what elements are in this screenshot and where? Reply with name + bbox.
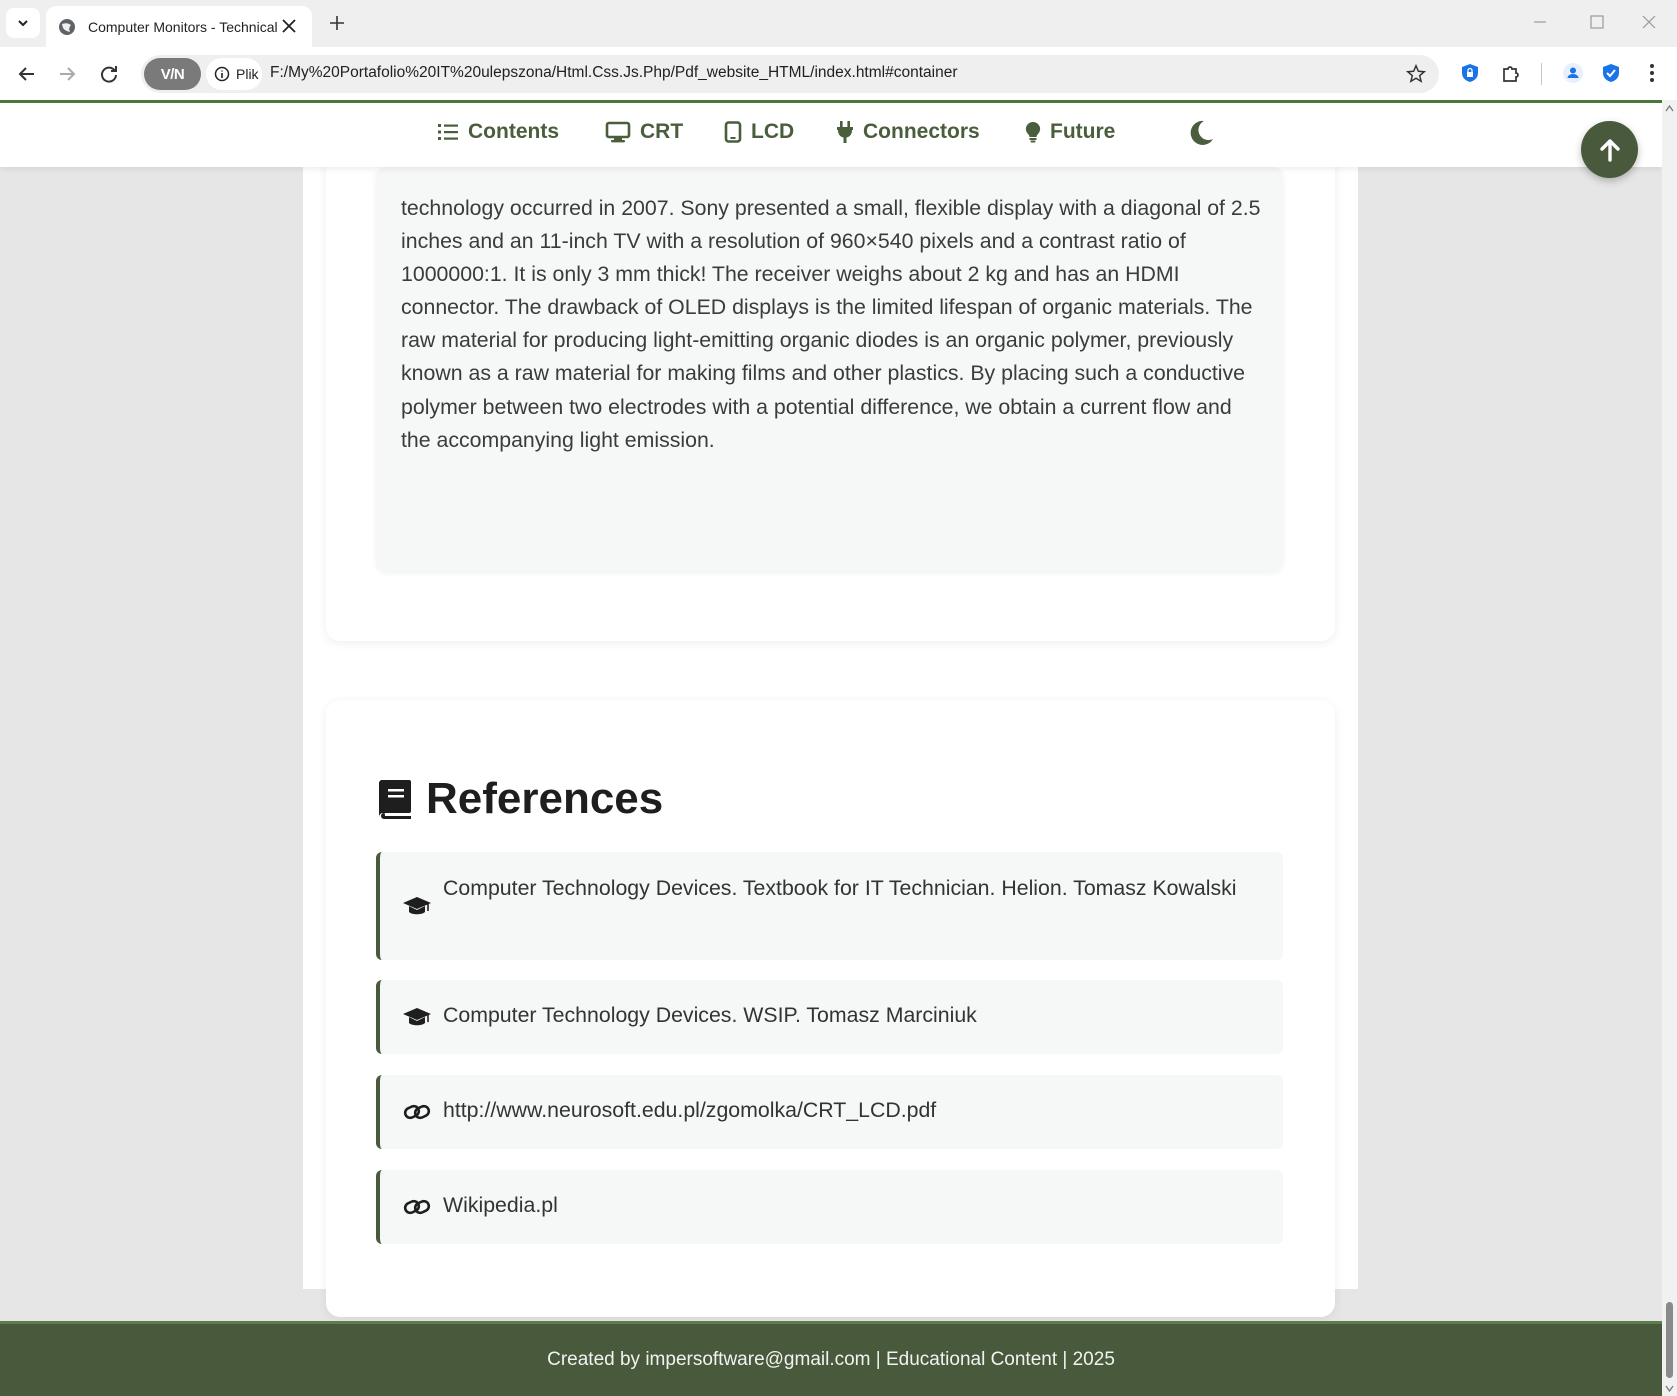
article-text-box: technology occurred in 2007. Sony presen…: [376, 167, 1283, 571]
article-paragraph: technology occurred in 2007. Sony presen…: [401, 196, 1261, 452]
site-footer: Created by impersoftware@gmail.com | Edu…: [0, 1321, 1662, 1396]
site-navigation: Contents CRT LCD Connectors Future: [0, 103, 1662, 167]
profile-button[interactable]: [1559, 59, 1587, 87]
chevron-down-icon: [18, 20, 28, 27]
kebab-menu-icon: [1650, 64, 1654, 82]
references-title: References: [426, 774, 664, 823]
reference-item[interactable]: http://www.neurosoft.edu.pl/zgomolka/CRT…: [376, 1075, 1283, 1149]
toolbar-separator: [1541, 63, 1542, 85]
globe-icon: [59, 18, 75, 35]
scroll-down-arrow-icon[interactable]: [1665, 1384, 1674, 1393]
info-icon: [214, 66, 230, 82]
password-extension-button[interactable]: [1456, 59, 1484, 87]
reference-item[interactable]: Wikipedia.pl: [376, 1170, 1283, 1244]
footer-text: Created by impersoftware@gmail.com | Edu…: [547, 1349, 1115, 1370]
link-icon: [402, 1195, 432, 1219]
forward-button[interactable]: [52, 59, 82, 89]
back-to-top-button[interactable]: [1581, 121, 1638, 178]
nav-label: Future: [1050, 120, 1116, 143]
article-section-card: technology occurred in 2007. Sony presen…: [326, 147, 1335, 641]
scroll-up-arrow-icon[interactable]: [1665, 104, 1674, 113]
reference-text: Computer Technology Devices. WSIP. Tomas…: [443, 1003, 977, 1027]
page-viewport: technology occurred in 2007. Sony presen…: [0, 100, 1662, 1396]
reference-link[interactable]: Wikipedia.pl: [443, 1189, 1263, 1222]
desktop-icon: [605, 121, 631, 143]
plug-icon: [837, 121, 853, 143]
list-icon: [438, 124, 458, 140]
url-text[interactable]: F:/My%20Portafolio%20IT%20ulepszona/Html…: [270, 64, 957, 82]
browser-tab[interactable]: Computer Monitors - Technical Ov: [46, 6, 312, 47]
nav-item-connectors[interactable]: Connectors: [836, 120, 980, 144]
reference-item: Computer Technology Devices. Textbook fo…: [376, 852, 1283, 960]
back-button[interactable]: [12, 59, 42, 89]
theme-toggle-button[interactable]: [1186, 118, 1216, 148]
arrow-left-icon: [18, 67, 34, 81]
site-info-label: Plik: [236, 66, 259, 82]
arrow-up-icon: [1599, 138, 1620, 162]
graduation-cap-icon: [402, 894, 432, 918]
browser-toolbar: V/N Plik F:/My%20Portafolio%20IT%20uleps…: [0, 47, 1677, 100]
maximize-icon[interactable]: [1585, 10, 1609, 34]
security-extension-button[interactable]: [1597, 59, 1625, 87]
address-bar[interactable]: V/N Plik F:/My%20Portafolio%20IT%20uleps…: [141, 55, 1439, 93]
tab-search-button[interactable]: [6, 8, 40, 38]
lightbulb-icon: [1025, 121, 1041, 143]
references-heading: References: [376, 774, 663, 824]
shield-lock-icon: [1462, 64, 1478, 82]
reference-text: Computer Technology Devices. Textbook fo…: [443, 876, 1237, 900]
profile-icon: [1563, 63, 1583, 83]
new-tab-icon[interactable]: [326, 12, 348, 34]
content-container: technology occurred in 2007. Sony presen…: [303, 147, 1358, 1317]
tab-strip: Computer Monitors - Technical Ov: [0, 0, 1677, 47]
scrollbar-thumb[interactable]: [1666, 1302, 1673, 1378]
nav-label: Contents: [468, 120, 559, 143]
reload-icon: [101, 66, 117, 83]
graduation-cap-icon: [402, 1005, 432, 1029]
page-scrollbar[interactable]: [1662, 100, 1677, 1396]
site-info-button[interactable]: Plik: [206, 58, 262, 90]
link-icon: [402, 1100, 432, 1124]
close-window-icon[interactable]: [1637, 10, 1661, 34]
nav-label: CRT: [640, 120, 684, 143]
nav-label: LCD: [751, 120, 795, 143]
arrow-right-icon: [60, 67, 76, 81]
nav-item-contents[interactable]: Contents: [437, 120, 559, 144]
nav-label: Connectors: [863, 120, 980, 143]
tablet-icon: [724, 121, 742, 143]
browser-menu-button[interactable]: [1638, 59, 1666, 87]
reference-item: Computer Technology Devices. WSIP. Tomas…: [376, 980, 1283, 1054]
nav-item-crt[interactable]: CRT: [605, 120, 683, 144]
minimize-icon[interactable]: [1528, 10, 1552, 34]
puzzle-icon: [1503, 66, 1519, 82]
nav-item-lcd[interactable]: LCD: [724, 120, 794, 144]
moon-icon: [1190, 120, 1213, 145]
tab-title: Computer Monitors - Technical Ov: [88, 18, 280, 35]
shield-check-icon: [1603, 64, 1619, 82]
reference-link[interactable]: http://www.neurosoft.edu.pl/zgomolka/CRT…: [443, 1094, 1263, 1127]
reload-button[interactable]: [94, 59, 124, 89]
bookmark-star-icon[interactable]: [1405, 63, 1427, 85]
extensions-button[interactable]: [1497, 59, 1525, 87]
nav-item-future[interactable]: Future: [1025, 120, 1115, 144]
book-icon: [379, 780, 411, 819]
close-tab-icon[interactable]: [280, 17, 298, 35]
references-section: References Computer Technology Devices. …: [326, 700, 1335, 1317]
vpn-button[interactable]: V/N: [144, 58, 201, 90]
